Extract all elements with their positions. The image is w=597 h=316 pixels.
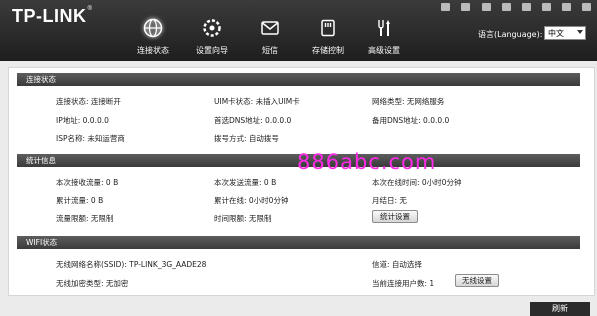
- mail-icon: [441, 3, 451, 11]
- time-limit-value: 时间限额: 无限制: [214, 214, 272, 223]
- section-title-connection: 连接状态: [17, 73, 580, 86]
- dial-mode-value: 拨号方式: 自动拨号: [214, 134, 279, 143]
- session-online-time-value: 本次在线时间: 0小时0分钟: [372, 178, 462, 187]
- logo-text: TP-LINK: [12, 6, 87, 26]
- status-icon-tray: [435, 3, 591, 13]
- message-icon: [261, 21, 279, 35]
- globe-icon: [143, 18, 163, 38]
- signal-icon: [481, 3, 491, 11]
- session-rx-value: 本次接收流量: 0 B: [56, 178, 119, 187]
- tp-link-logo: TP-LINK®: [12, 6, 93, 26]
- help-icon[interactable]: [582, 3, 591, 11]
- encryption-value: 无线加密类型: 无加密: [56, 279, 129, 288]
- nav-label: 高级设置: [368, 46, 400, 55]
- nav-label: 短信: [262, 46, 278, 55]
- language-label: 语言(Language):: [478, 30, 543, 39]
- chevron-down-icon: [577, 30, 583, 34]
- nav-storage-control[interactable]: 存储控制: [298, 18, 358, 56]
- globe-status-icon: [501, 3, 511, 11]
- sim-icon: [461, 3, 471, 11]
- tools-icon: [378, 20, 390, 36]
- flow-limit-value: 流量限额: 无限制: [56, 214, 114, 223]
- network-icon: [521, 3, 531, 11]
- section-title-wifi: WIFI状态: [17, 236, 580, 249]
- settlement-day-value: 月结日: 无: [372, 196, 407, 205]
- wifi-icon: [561, 3, 571, 11]
- wizard-icon: [203, 19, 221, 37]
- watermark-text: 886abc.com: [297, 150, 437, 174]
- connected-users-value: 当前连接用户数: 1: [372, 279, 435, 288]
- session-tx-value: 本次发送流量: 0 B: [214, 178, 277, 187]
- channel-value: 信道: 自动选择: [372, 260, 422, 269]
- nav-label: 连接状态: [137, 46, 169, 55]
- wifi-settings-button[interactable]: 无线设置: [455, 274, 499, 287]
- secondary-dns-value: 备用DNS地址: 0.0.0.0: [372, 116, 450, 125]
- nav-setup-wizard[interactable]: 设置向导: [182, 18, 242, 56]
- language-select-value: 中文: [548, 29, 564, 38]
- uim-status-value: UIM卡状态: 未插入UIM卡: [214, 97, 300, 106]
- ip-address-value: IP地址: 0.0.0.0: [56, 116, 109, 125]
- battery-icon: [541, 3, 551, 11]
- stats-settings-button[interactable]: 统计设置: [372, 210, 418, 223]
- nav-sms[interactable]: 短信: [240, 18, 300, 56]
- language-select[interactable]: 中文: [544, 26, 586, 40]
- nav-label: 存储控制: [312, 46, 344, 55]
- total-flow-value: 累计流量: 0 B: [56, 196, 104, 205]
- refresh-button[interactable]: 刷新: [530, 302, 590, 316]
- nav-advanced-settings[interactable]: 高级设置: [354, 18, 414, 56]
- isp-name-value: ISP名称: 未知运营商: [56, 134, 125, 143]
- total-online-value: 累计在线: 0小时0分钟: [214, 196, 289, 205]
- connection-status-value: 连接状态: 连接断开: [56, 97, 121, 106]
- nav-connection-status[interactable]: 连接状态: [123, 18, 183, 56]
- ssid-value: 无线网络名称(SSID): TP-LINK_3G_AADE28: [56, 260, 207, 269]
- storage-icon: [321, 19, 335, 37]
- top-bar: TP-LINK® 连接状态 设置向导 短信 存储控制 高级设置 语言(Langu…: [0, 0, 597, 61]
- network-type-value: 网络类型: 无网络服务: [372, 97, 445, 106]
- nav-label: 设置向导: [196, 46, 228, 55]
- primary-dns-value: 首选DNS地址: 0.0.0.0: [214, 116, 292, 125]
